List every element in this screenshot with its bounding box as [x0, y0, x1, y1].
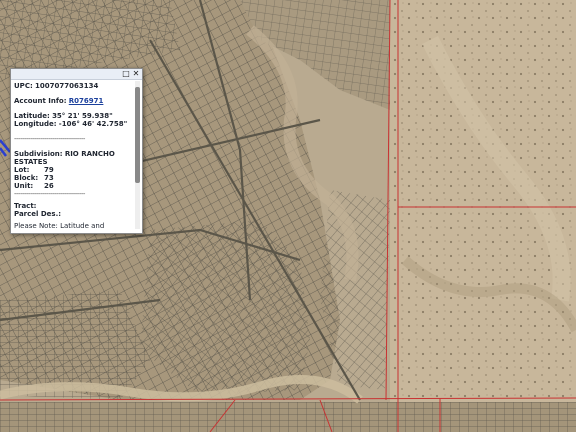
- separator: -----------------------------------: [14, 135, 85, 143]
- coordinate-note: Please Note: Latitude and Longitude is t…: [14, 222, 105, 230]
- account-link[interactable]: R076971: [69, 97, 104, 105]
- latitude-label: Latitude:: [14, 112, 50, 120]
- popup-titlebar[interactable]: □ ✕: [11, 69, 142, 80]
- longitude-value: -106° 46' 42.758": [58, 120, 128, 128]
- parcel-info-popup: □ ✕ UPC: 1007077063134 Account Info: R07…: [10, 68, 143, 234]
- block-label: Block:: [14, 174, 39, 182]
- unit-label: Unit:: [14, 182, 34, 190]
- upc-value: 1007077063134: [35, 82, 99, 90]
- account-label: Account Info:: [14, 97, 67, 105]
- tract-label: Tract:: [14, 202, 37, 210]
- lot-value: 79: [44, 166, 54, 174]
- latitude-value: 35° 21' 59.938": [52, 112, 113, 120]
- subdivision-label: Subdivision:: [14, 150, 63, 158]
- minimize-icon[interactable]: □: [122, 70, 130, 78]
- block-value: 73: [44, 174, 54, 182]
- separator-2: -----------------------------------: [14, 190, 85, 198]
- unit-value: 26: [44, 182, 54, 190]
- parcel-label: Parcel Des.:: [14, 210, 62, 218]
- close-icon[interactable]: ✕: [132, 70, 140, 78]
- upc-label: UPC:: [14, 82, 33, 90]
- popup-content[interactable]: UPC: 1007077063134 Account Info: R076971…: [14, 82, 132, 230]
- popup-scrollbar-thumb[interactable]: [135, 87, 140, 183]
- lot-label: Lot:: [14, 166, 30, 174]
- longitude-label: Longitude:: [14, 120, 57, 128]
